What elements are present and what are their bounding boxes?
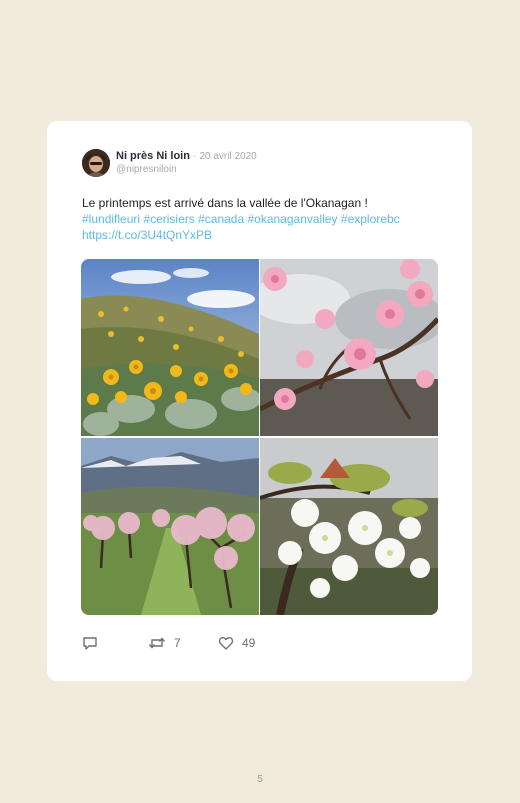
speech-bubble-icon (83, 637, 97, 650)
tweet-text-line: Le printemps est arrivé dans la vallée d… (82, 196, 368, 210)
tweet-actions: 7 49 (82, 635, 452, 655)
retweet-button[interactable]: 7 (148, 635, 181, 651)
photo-white-blossoms[interactable] (260, 438, 438, 615)
hashtag-link[interactable]: #lundifleuri (82, 212, 140, 226)
heart-icon (218, 637, 234, 650)
like-count: 49 (242, 636, 256, 650)
page-number: 5 (257, 774, 263, 785)
like-button[interactable]: 49 (218, 635, 255, 651)
retweet-icon (148, 637, 166, 649)
hashtag-link[interactable]: #okanaganvalley (247, 212, 337, 226)
author-line: Ni près Ni loin · 20 avril 2020 (116, 150, 257, 162)
author-name[interactable]: Ni près Ni loin (116, 150, 190, 162)
avatar[interactable] (82, 149, 110, 177)
hashtag-link[interactable]: #explorebc (341, 212, 400, 226)
tweet-link[interactable]: https://t.co/3U4tQnYxPB (82, 227, 452, 243)
hashtag-link[interactable]: #canada (198, 212, 244, 226)
author-handle[interactable]: @nipresniloin (116, 164, 177, 175)
tweet-card: Ni près Ni loin · 20 avril 2020 @nipresn… (47, 121, 472, 681)
hashtag-link[interactable]: #cerisiers (143, 212, 194, 226)
tweet-text: Le printemps est arrivé dans la vallée d… (82, 195, 452, 243)
hashtag-line: #lundifleuri #cerisiers #canada #okanaga… (82, 211, 452, 227)
photo-orchard[interactable] (81, 438, 259, 615)
photo-pink-blossoms[interactable] (260, 259, 438, 436)
photo-yellow-flowers[interactable] (81, 259, 259, 436)
tweet-date[interactable]: 20 avril 2020 (199, 151, 256, 162)
retweet-count: 7 (174, 636, 181, 650)
reply-button[interactable] (82, 635, 98, 651)
tweet-date-sep: · (193, 151, 197, 162)
photo-grid (81, 259, 438, 615)
